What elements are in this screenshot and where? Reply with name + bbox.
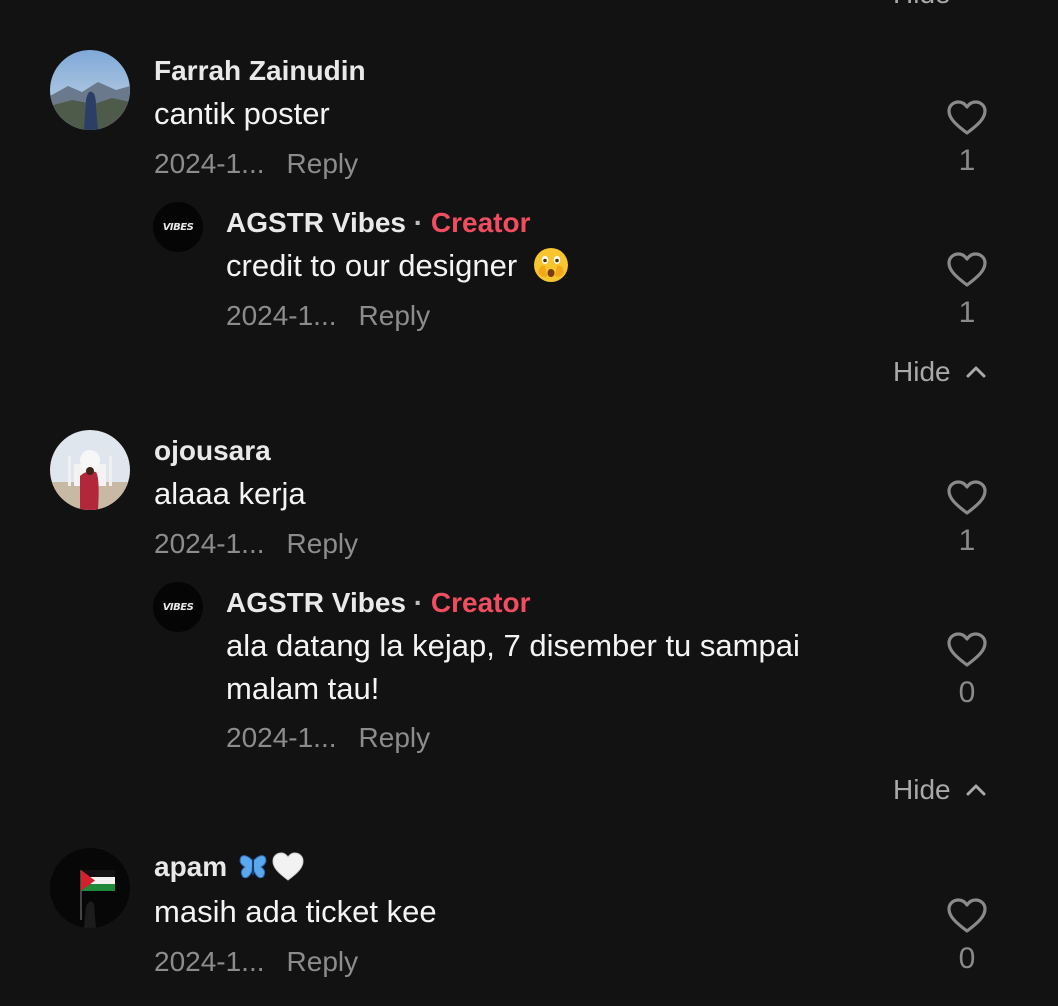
creator-badge: Creator: [430, 587, 531, 618]
like-button[interactable]: [947, 480, 987, 521]
chevron-up-icon: [966, 366, 986, 378]
white-heart-emoji: [272, 852, 304, 881]
like-count: 1: [958, 144, 976, 177]
reply-text: credit to our designer: [226, 248, 518, 283]
avatar[interactable]: [50, 848, 130, 928]
comment-meta: 2024-1... Reply: [154, 528, 358, 560]
hide-replies-toggle[interactable]: Hide: [893, 356, 987, 388]
comment-text: alaaa kerja: [154, 476, 306, 511]
comment-text: masih ada ticket kee: [154, 894, 437, 929]
comment-username[interactable]: Farrah Zainudin: [154, 55, 366, 87]
heart-icon: [947, 252, 987, 287]
like-count: 0: [958, 676, 976, 709]
hide-label: Hide: [893, 0, 951, 10]
blue-butterfly-emoji: [239, 855, 267, 879]
reply-button[interactable]: Reply: [359, 722, 431, 753]
creator-avatar-logo: VIBES: [162, 601, 194, 613]
avatar[interactable]: [50, 430, 130, 510]
separator-dot: ·: [413, 587, 424, 618]
comment-username-row: apam: [154, 851, 305, 883]
heart-icon: [947, 632, 987, 667]
comment-meta: 2024-1... Reply: [154, 148, 358, 180]
like-button[interactable]: [947, 898, 987, 939]
creator-avatar-logo: VIBES: [162, 221, 194, 233]
comment-date: 2024-1...: [154, 528, 265, 559]
face-with-open-eyes-and-hand-over-mouth-emoji: [533, 247, 568, 282]
reply-button[interactable]: Reply: [287, 528, 359, 559]
like-count: 1: [958, 296, 976, 329]
comment-username[interactable]: apam: [154, 851, 227, 883]
reply-text: ala datang la kejap, 7 disember tu sampa…: [226, 628, 800, 706]
reply-button[interactable]: Reply: [287, 148, 359, 179]
avatar[interactable]: [50, 50, 130, 130]
heart-icon: [947, 898, 987, 933]
chevron-up-icon: [966, 784, 986, 796]
separator-dot: ·: [413, 207, 424, 238]
reply-header: AGSTR Vibes · Creator: [226, 587, 530, 619]
hide-replies-toggle[interactable]: Hide: [893, 774, 987, 806]
reply-meta: 2024-1... Reply: [226, 722, 430, 754]
comment-meta: 2024-1... Reply: [154, 946, 358, 978]
heart-icon: [947, 100, 987, 135]
reply-button[interactable]: Reply: [287, 946, 359, 977]
reply-date: 2024-1...: [226, 300, 337, 331]
creator-avatar[interactable]: VIBES: [153, 582, 203, 632]
reply-text-row: credit to our designer: [226, 244, 570, 287]
reply-button[interactable]: Reply: [359, 300, 431, 331]
like-count: 1: [958, 524, 976, 557]
avatar-flag-photo: [50, 848, 130, 928]
like-button[interactable]: [947, 632, 987, 673]
comment-date: 2024-1...: [154, 148, 265, 179]
hide-label: Hide: [893, 356, 951, 387]
creator-badge: Creator: [430, 207, 531, 238]
creator-avatar[interactable]: VIBES: [153, 202, 203, 252]
avatar-taj-mahal-photo: [50, 430, 130, 510]
reply-date: 2024-1...: [226, 722, 337, 753]
comment-date: 2024-1...: [154, 946, 265, 977]
reply-username[interactable]: AGSTR Vibes: [226, 207, 406, 238]
like-button[interactable]: [947, 100, 987, 141]
reply-meta: 2024-1... Reply: [226, 300, 430, 332]
reply-username[interactable]: AGSTR Vibes: [226, 587, 406, 618]
like-count: 0: [958, 942, 976, 975]
top-hide-toggle[interactable]: Hide: [893, 0, 951, 10]
like-button[interactable]: [947, 252, 987, 293]
avatar-mountain-photo: [50, 50, 130, 130]
hide-label: Hide: [893, 774, 951, 805]
reply-header: AGSTR Vibes · Creator: [226, 207, 530, 239]
heart-icon: [947, 480, 987, 515]
comment-text: cantik poster: [154, 96, 330, 131]
comment-username[interactable]: ojousara: [154, 435, 271, 467]
